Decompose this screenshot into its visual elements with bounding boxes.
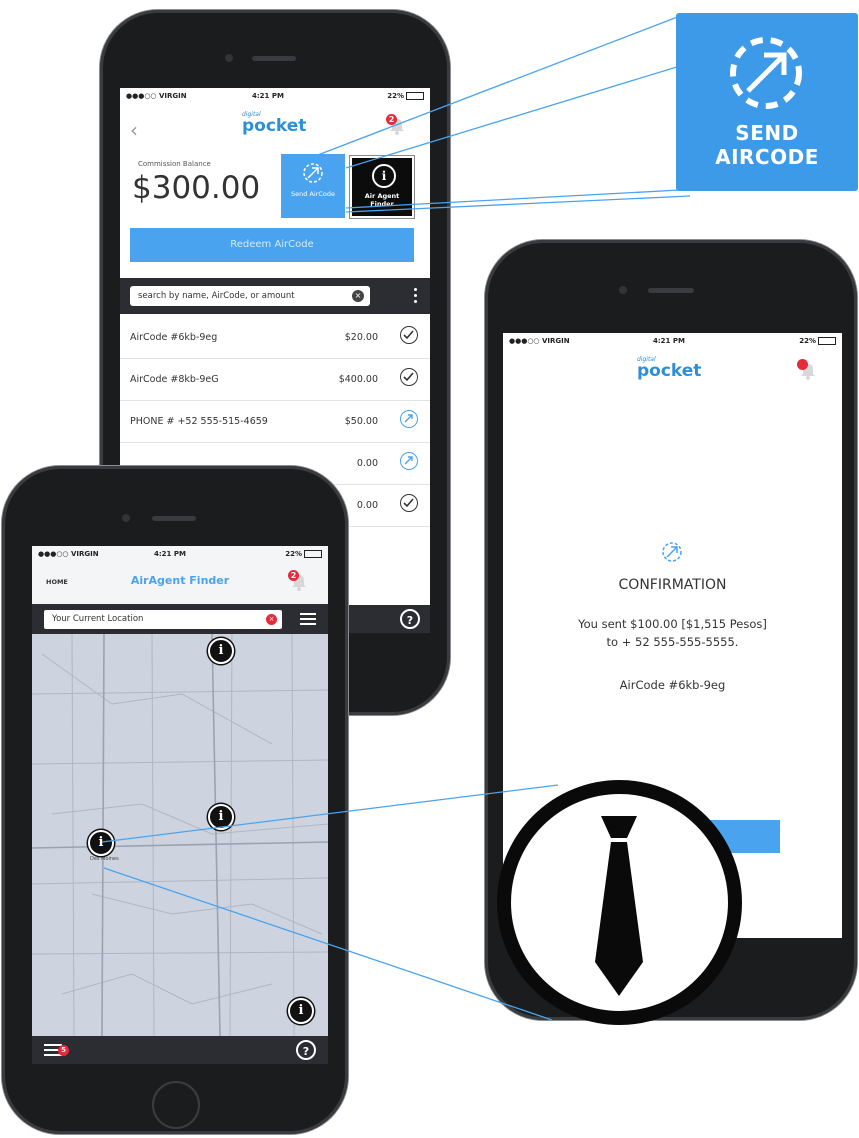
logo-big-text: pocket [637,361,702,381]
transaction-row[interactable]: AirCode #8kb-9eG $400.00 [120,358,430,401]
notification-bell-icon[interactable] [797,359,819,381]
status-bar: ●●●○○ VIRGIN 4:21 PM 22% [120,88,430,104]
status-bar: ●●●○○ VIRGIN 4:21 PM 22% [32,546,328,562]
transaction-row[interactable]: AirCode #6kb-9eg $20.00 [120,316,430,359]
location-input[interactable]: Your Current Location × [44,610,282,629]
redeem-aircode-button[interactable]: Redeem AirCode [130,228,414,262]
transaction-amount: $50.00 [344,416,378,427]
redeemed-check-icon [400,494,418,512]
necktie-icon [595,816,643,996]
info-icon: i [372,164,396,188]
front-camera [122,514,130,522]
earpiece-speaker [648,288,694,293]
location-bar: Your Current Location × [32,604,328,634]
send-aircode-label: Send AirCode [291,190,336,198]
map-roads [32,634,328,1036]
screen-title: AirAgent Finder [130,574,230,587]
front-camera [619,286,627,294]
agent-location-pin-icon[interactable]: i [208,804,234,830]
battery-label: 22% [387,92,404,100]
transaction-row[interactable]: PHONE # +52 555-515-4659 $50.00 [120,400,430,443]
agent-tie-callout [497,780,742,1025]
balance-value: $300.00 [132,170,261,206]
confirmation-message-line2: to + 52 555-555-5555. [606,635,739,649]
location-value: Your Current Location [52,614,144,624]
battery-label: 22% [285,550,302,558]
back-chevron-icon[interactable]: ‹ [130,118,138,142]
send-aircode-icon [662,542,682,562]
redeemed-check-icon [400,368,418,386]
carrier-label: ●●●○○ VIRGIN [38,550,99,558]
notification-bell-icon[interactable]: 2 [288,570,310,592]
list-view-icon[interactable] [300,611,316,627]
phone-agent-finder: ●●●○○ VIRGIN 4:21 PM 22% HOME AirAgent F… [2,466,348,1134]
confirmation-aircode: AirCode #6kb-9eg [619,678,726,692]
send-aircode-callout: SEND AIRCODE [676,13,858,191]
agent-location-pin-icon[interactable]: i [288,998,314,1024]
send-aircode-callout-icon [730,37,802,109]
help-button[interactable]: ? [296,1040,316,1060]
notification-dot [797,359,808,370]
transaction-amount: 0.00 [356,458,378,469]
sent-arrow-icon [400,452,418,470]
agent-location-pin-icon[interactable]: i [208,638,234,664]
notification-bell-icon[interactable]: 2 [386,114,408,136]
agent-map[interactable]: Des Moines i i i i [32,634,328,1036]
notification-badge: 2 [288,570,299,581]
carrier-label: ●●●○○ VIRGIN [126,92,187,100]
transaction-title: AirCode #8kb-9eG [130,374,219,385]
send-aircode-icon [303,163,323,183]
earpiece-speaker [252,56,296,61]
earpiece-speaker [152,516,196,521]
clear-location-icon[interactable]: × [266,614,277,625]
bottom-toolbar: 5 ? [32,1036,328,1064]
app-logo: digital pocket [242,111,322,138]
battery-label: 22% [799,337,816,345]
clear-search-icon[interactable]: × [352,290,364,302]
front-camera [225,54,233,62]
confirmation-title: CONFIRMATION [618,577,727,593]
transaction-title: AirCode #6kb-9eg [130,332,218,343]
logo-big-text: pocket [242,116,307,136]
send-aircode-button[interactable]: Send AirCode [281,154,345,218]
notification-badge: 2 [386,114,397,125]
app-logo: digital pocket [637,356,717,383]
search-input[interactable]: search by name, AirCode, or amount × [130,286,370,306]
status-bar: ●●●○○ VIRGIN 4:21 PM 22% [503,333,842,349]
clock-label: 4:21 PM [154,550,186,558]
transaction-amount: $20.00 [344,332,378,343]
send-aircode-callout-line2: AIRCODE [715,145,819,169]
map-city-label: Des Moines [90,856,119,862]
transaction-amount: 0.00 [356,500,378,511]
sent-arrow-icon [400,410,418,428]
transaction-title: PHONE # +52 555-515-4659 [130,416,268,427]
air-agent-finder-label: Air Agent Finder [364,192,400,208]
battery-icon [406,92,424,100]
home-button[interactable] [152,1081,200,1129]
clock-label: 4:21 PM [653,337,685,345]
menu-badge: 5 [58,1045,69,1056]
battery-icon [304,550,322,558]
search-placeholder: search by name, AirCode, or amount [138,291,295,301]
agent-finder-screen: ●●●○○ VIRGIN 4:21 PM 22% HOME AirAgent F… [32,546,328,1064]
more-options-icon[interactable] [414,286,418,306]
search-bar: search by name, AirCode, or amount × [120,278,430,314]
carrier-label: ●●●○○ VIRGIN [509,337,570,345]
transaction-amount: $400.00 [338,374,378,385]
balance-label: Commission Balance [138,160,211,168]
send-aircode-callout-line1: SEND [735,121,799,145]
battery-icon [818,337,836,345]
agent-location-pin-icon[interactable]: i [88,830,114,856]
air-agent-finder-button[interactable]: i Air Agent Finder [350,156,414,218]
clock-label: 4:21 PM [252,92,284,100]
confirmation-message-line1: You sent $100.00 [$1,515 Pesos] [578,617,767,631]
redeem-aircode-label: Redeem AirCode [230,239,314,250]
redeemed-check-icon [400,326,418,344]
help-button[interactable]: ? [400,609,420,629]
